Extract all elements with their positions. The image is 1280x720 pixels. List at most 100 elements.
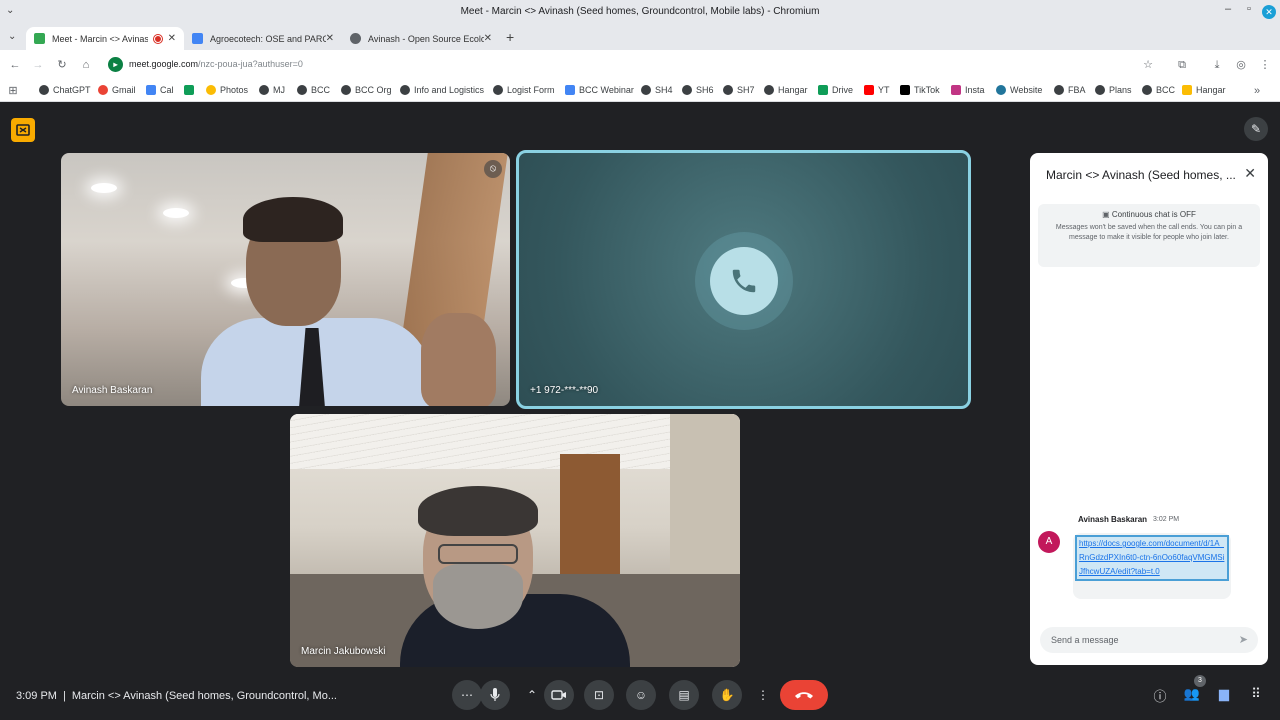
- bookmark-hangar[interactable]: Hangar: [764, 85, 808, 95]
- forward-icon[interactable]: →: [31, 58, 45, 72]
- participant-glasses: [438, 544, 518, 564]
- close-tab-icon[interactable]: ✕: [326, 33, 334, 44]
- more-bookmarks-icon[interactable]: »: [1250, 84, 1264, 98]
- microphone-icon[interactable]: [480, 680, 510, 710]
- avatar: A: [1038, 531, 1060, 553]
- bookmark-mj[interactable]: MJ: [259, 85, 285, 95]
- bookmark-sheets[interactable]: [184, 85, 198, 95]
- bookmark-sh7[interactable]: SH7: [723, 85, 755, 95]
- bookmark-drive[interactable]: Drive: [818, 85, 853, 95]
- bookmark-yt[interactable]: YT: [864, 85, 890, 95]
- globe-icon: [297, 85, 307, 95]
- globe-icon: [259, 85, 269, 95]
- tab-avinash[interactable]: Avinash - Open Source Ecolo ✕: [342, 27, 500, 50]
- bookmark-info-logistics[interactable]: Info and Logistics: [400, 85, 484, 95]
- gmail-icon: [98, 85, 108, 95]
- bookmark-bcc-org[interactable]: BCC Org: [341, 85, 392, 95]
- youtube-icon: [864, 85, 874, 95]
- chat-icon[interactable]: ▆: [1215, 686, 1233, 702]
- globe-icon: [723, 85, 733, 95]
- home-icon[interactable]: ⌂: [79, 58, 93, 72]
- site-info-icon[interactable]: ▸: [108, 57, 123, 72]
- phone-icon: [710, 247, 778, 315]
- captions-icon[interactable]: ▤: [669, 680, 699, 710]
- address-bar[interactable]: ▸ meet.google.com/nzc-poua-jua?authuser=…: [104, 54, 1166, 76]
- bookmark-plans[interactable]: Plans: [1095, 85, 1132, 95]
- bookmark-logist-form[interactable]: Logist Form: [493, 85, 555, 95]
- profile-icon[interactable]: ◎: [1234, 58, 1248, 72]
- meeting-info-badge-icon[interactable]: [11, 118, 35, 142]
- more-vert-icon[interactable]: ⋮: [748, 680, 778, 710]
- close-tab-icon[interactable]: ✕: [484, 33, 492, 44]
- bookmark-website[interactable]: Website: [996, 85, 1042, 95]
- chat-notice: ▣ Continuous chat is OFF Messages won't …: [1038, 204, 1260, 267]
- new-tab-icon[interactable]: +: [506, 29, 514, 45]
- participant-hair: [418, 486, 538, 536]
- meet-favicon-icon: [34, 33, 45, 44]
- download-icon[interactable]: ⤓: [1210, 58, 1224, 72]
- bookmark-insta[interactable]: Insta: [951, 85, 985, 95]
- participant-tile-avinash[interactable]: ⦸ Avinash Baskaran: [61, 153, 510, 406]
- present-screen-icon[interactable]: ⊡: [584, 680, 614, 710]
- extensions-icon[interactable]: ⧉: [1175, 58, 1189, 72]
- message-input[interactable]: Send a message ➤: [1040, 627, 1258, 653]
- bookmark-chatgpt[interactable]: ChatGPT: [39, 85, 91, 95]
- bookmark-sh6[interactable]: SH6: [682, 85, 714, 95]
- meeting-details-icon[interactable]: ⓘ: [1151, 686, 1169, 705]
- reload-icon[interactable]: ↻: [55, 58, 69, 72]
- bookmark-sh4[interactable]: SH4: [641, 85, 673, 95]
- close-window-icon[interactable]: ✕: [1262, 5, 1276, 19]
- close-icon[interactable]: ✕: [1244, 165, 1256, 182]
- maximize-icon[interactable]: ▫: [1241, 3, 1257, 15]
- tiktok-icon: [900, 85, 910, 95]
- url-text[interactable]: meet.google.com/nzc-poua-jua?authuser=0: [129, 59, 303, 69]
- edit-pen-icon[interactable]: ✎: [1244, 117, 1268, 141]
- raise-hand-icon[interactable]: ✋: [712, 680, 742, 710]
- minimize-icon[interactable]: –: [1220, 3, 1236, 15]
- bookmark-photos[interactable]: Photos: [206, 85, 248, 95]
- bookmark-star-icon[interactable]: ☆: [1141, 58, 1155, 72]
- globe-icon: [341, 85, 351, 95]
- globe-icon: [493, 85, 503, 95]
- notice-body: Messages won't be saved when the call en…: [1055, 224, 1243, 241]
- message-link[interactable]: https://docs.google.com/document/d/1A_Rn…: [1075, 535, 1229, 581]
- bookmark-fba[interactable]: FBA: [1054, 85, 1086, 95]
- end-call-button[interactable]: [780, 680, 828, 710]
- participant-tile-phone[interactable]: +1 972-***-**90: [516, 150, 971, 409]
- chevron-up-icon[interactable]: ⌃: [517, 680, 547, 710]
- tab-meet[interactable]: Meet - Marcin <> Avinash ✕: [26, 27, 184, 50]
- bookmark-tiktok[interactable]: TikTok: [900, 85, 940, 95]
- window-titlebar: ⌄ Meet - Marcin <> Avinash (Seed homes, …: [0, 0, 1280, 25]
- separator: |: [62, 690, 66, 702]
- meet-stage: ✎ ⦸ Avinash Baskaran +1 972-***-**90 Mar…: [0, 103, 1280, 720]
- bookmark-hangar-2[interactable]: Hangar: [1182, 85, 1226, 95]
- bookmark-bcc-2[interactable]: BCC: [1142, 85, 1175, 95]
- more-options-icon[interactable]: ⋯: [452, 680, 482, 710]
- menu-kebab-icon[interactable]: ⋮: [1258, 58, 1272, 72]
- tab-list-icon[interactable]: ⌄: [8, 31, 16, 42]
- send-icon[interactable]: ➤: [1239, 633, 1248, 646]
- bookmark-bcc-webinar[interactable]: BCC Webinar: [565, 85, 634, 95]
- globe-favicon-icon: [350, 33, 361, 44]
- bookmark-gmail[interactable]: Gmail: [98, 85, 136, 95]
- recording-icon: [153, 34, 162, 43]
- participant-tile-marcin[interactable]: Marcin Jakubowski: [290, 414, 740, 667]
- chat-bubble-icon: ▣: [1102, 210, 1112, 219]
- globe-icon: [764, 85, 774, 95]
- back-icon[interactable]: ←: [8, 58, 22, 72]
- ceiling-light: [163, 208, 189, 218]
- tab-agroecotech[interactable]: Agroecotech: OSE and PARC ✕: [184, 27, 342, 50]
- bookmarks-bar: ⊞ ChatGPT Gmail Cal Photos MJ BCC BCC Or…: [0, 80, 1280, 102]
- emoji-icon[interactable]: ☺: [626, 680, 656, 710]
- participant-name: Marcin Jakubowski: [301, 646, 386, 657]
- apps-grid-icon[interactable]: ⊞: [6, 84, 20, 98]
- camera-icon[interactable]: [544, 680, 574, 710]
- close-tab-icon[interactable]: ✕: [168, 33, 176, 44]
- bookmark-cal[interactable]: Cal: [146, 85, 174, 95]
- activities-grid-icon[interactable]: ⠿: [1247, 686, 1265, 702]
- window-title: Meet - Marcin <> Avinash (Seed homes, Gr…: [460, 6, 820, 17]
- people-icon[interactable]: 👥: [1183, 686, 1201, 702]
- bookmark-bcc[interactable]: BCC: [297, 85, 330, 95]
- globe-icon: [682, 85, 692, 95]
- instagram-icon: [951, 85, 961, 95]
